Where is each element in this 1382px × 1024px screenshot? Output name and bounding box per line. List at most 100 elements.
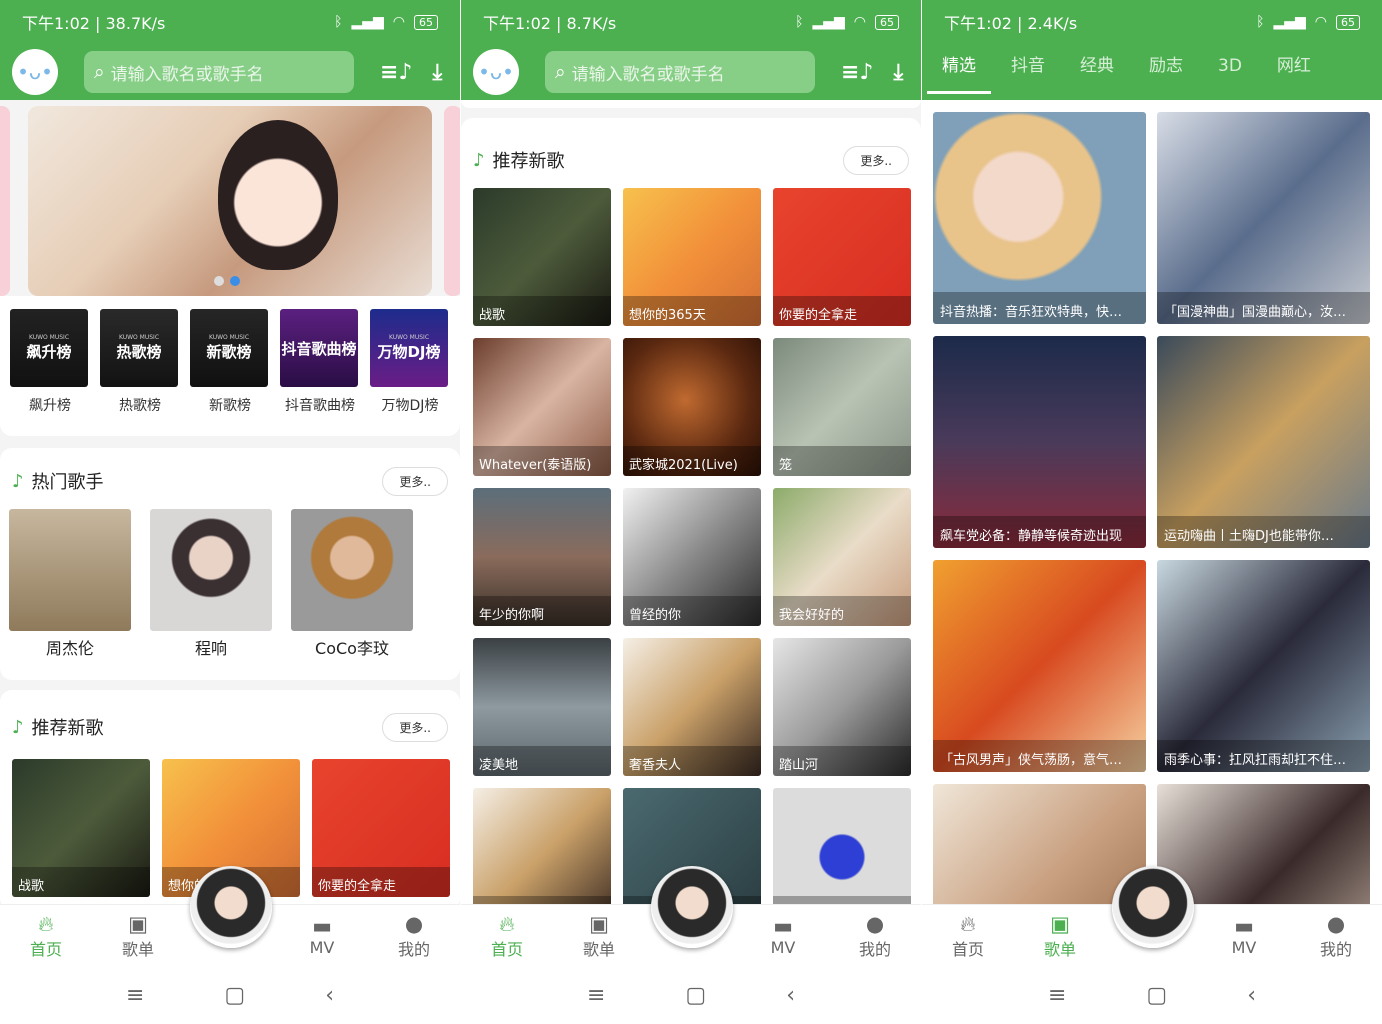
wifi-icon: ◠: [853, 14, 866, 30]
section-title: 推荐新歌: [31, 718, 104, 739]
nav-mv[interactable]: ▬ MV: [1214, 914, 1274, 957]
nav-mv[interactable]: ▬ MV: [753, 914, 813, 957]
app-logo[interactable]: •ᴗ•: [12, 49, 58, 95]
playlist-grid: 抖音热播：音乐狂欢特典，快… 「国漫神曲」国漫曲巅心，汝… 飙车党必备：静静等候…: [933, 112, 1370, 996]
app-logo[interactable]: •ᴗ•: [473, 49, 519, 95]
rank-item[interactable]: KUWO MUSIC 新歌榜 新歌榜: [190, 309, 270, 415]
download-icon[interactable]: ⤓: [893, 60, 903, 85]
clapper-icon: ▬: [1234, 914, 1254, 938]
home-icon[interactable]: ▢: [1146, 983, 1167, 1008]
tab-featured[interactable]: 精选: [927, 44, 991, 100]
system-nav: ≡ ▢ ‹: [461, 966, 921, 1024]
signal-icon: ▂▄▆: [1273, 14, 1306, 30]
music-note-icon: ♪: [12, 470, 24, 492]
nav-mine[interactable]: ● 我的: [384, 912, 444, 960]
singer-photo: [291, 509, 413, 631]
song-card[interactable]: 想你的365天: [623, 188, 761, 326]
status-bar: 下午1:02 | 38.7K/s ᛒ ▂▄▆ ◠ 65: [0, 0, 460, 44]
song-card[interactable]: 年少的你啊: [473, 488, 611, 626]
nav-mv[interactable]: ▬ MV: [292, 914, 352, 957]
nav-playlist[interactable]: ▣ 歌单: [1030, 912, 1090, 960]
user-icon: ●: [1326, 911, 1346, 936]
more-button[interactable]: 更多..: [382, 466, 448, 496]
playlist-icon: ▣: [1050, 911, 1070, 936]
singer-item[interactable]: 周杰伦: [9, 509, 131, 659]
rank-cover: KUWO MUSIC 新歌榜: [190, 309, 268, 387]
tab-classic[interactable]: 经典: [1080, 44, 1114, 100]
search-input[interactable]: ⌕ 请输入歌名或歌手名: [84, 51, 354, 93]
song-card[interactable]: 战歌: [473, 188, 611, 326]
rank-item[interactable]: 抖音歌曲榜 抖音歌曲榜: [280, 309, 360, 415]
hot-singers-section: ♪ 热门歌手 更多.. 周杰伦 程响 CoCo李玟: [0, 448, 460, 680]
battery-icon: 65: [875, 14, 899, 30]
song-card[interactable]: 我会好好的: [773, 488, 911, 626]
system-nav: ≡ ▢ ‹: [922, 966, 1382, 1024]
section-title: 推荐新歌: [492, 151, 565, 172]
more-button[interactable]: 更多..: [382, 712, 448, 742]
playlist-icon[interactable]: ≡♪: [380, 60, 412, 85]
song-card[interactable]: 战歌: [12, 759, 150, 897]
download-icon[interactable]: ⤓: [432, 60, 442, 85]
nav-mine[interactable]: ● 我的: [1306, 912, 1366, 960]
singer-item[interactable]: CoCo李玟: [291, 509, 413, 659]
bluetooth-icon: ᛒ: [1256, 14, 1265, 30]
rank-item[interactable]: KUWO MUSIC 飙升榜 飙升榜: [10, 309, 90, 415]
more-button[interactable]: 更多..: [843, 145, 909, 175]
menu-icon[interactable]: ≡: [587, 983, 605, 1008]
playlist-card[interactable]: 抖音热播：音乐狂欢特典，快…: [933, 112, 1146, 324]
search-icon: ⌕: [555, 61, 566, 83]
song-card[interactable]: Whatever(泰语版): [473, 338, 611, 476]
song-card[interactable]: 凌美地: [473, 638, 611, 776]
ranking-section: KUWO MUSIC 飙升榜 飙升榜 KUWO MUSIC 热歌榜 热歌榜 KUWO…: [0, 296, 460, 436]
playlist-card[interactable]: 「国漫神曲」国漫曲巅心，汝…: [1157, 112, 1370, 324]
playlist-card[interactable]: 飙车党必备：静静等候奇迹出现: [933, 336, 1146, 548]
song-card[interactable]: 你要的全拿走: [773, 188, 911, 326]
song-card[interactable]: 奢香夫人: [623, 638, 761, 776]
song-card[interactable]: 你要的全拿走: [312, 759, 450, 897]
tab-inspire[interactable]: 励志: [1149, 44, 1183, 100]
back-icon[interactable]: ‹: [786, 983, 795, 1008]
search-input[interactable]: ⌕ 请输入歌名或歌手名: [545, 51, 815, 93]
song-card[interactable]: 踏山河: [773, 638, 911, 776]
rank-item[interactable]: KUWO MUSIC 热歌榜 热歌榜: [100, 309, 180, 415]
status-bar: 下午1:02 | 8.7K/s ᛒ ▂▄▆ ◠ 65: [461, 0, 921, 44]
home-icon[interactable]: ▢: [685, 983, 706, 1008]
song-card[interactable]: 武家城2021(Live): [623, 338, 761, 476]
menu-icon[interactable]: ≡: [1048, 983, 1066, 1008]
playlist-card[interactable]: 「古风男声」侠气荡肠，意气…: [933, 560, 1146, 772]
signal-icon: ▂▄▆: [812, 14, 845, 30]
playlist-card[interactable]: 雨季心事：扛风扛雨却扛不住…: [1157, 560, 1370, 772]
tab-douyin[interactable]: 抖音: [1011, 44, 1045, 100]
tab-trending[interactable]: 网红: [1277, 44, 1311, 100]
user-icon: ●: [865, 911, 885, 936]
banner-carousel[interactable]: [28, 106, 432, 296]
singer-item[interactable]: 程响: [150, 509, 272, 659]
now-playing-disc[interactable]: [190, 866, 272, 948]
nav-home[interactable]: 🔥︎ 首页: [16, 912, 76, 960]
nav-mine[interactable]: ● 我的: [845, 912, 905, 960]
nav-playlist[interactable]: ▣ 歌单: [108, 912, 168, 960]
nav-home[interactable]: 🔥︎ 首页: [938, 912, 998, 960]
song-card[interactable]: 曾经的你: [623, 488, 761, 626]
menu-icon[interactable]: ≡: [126, 983, 144, 1008]
nav-home[interactable]: 🔥︎ 首页: [477, 912, 537, 960]
home-icon[interactable]: ▢: [224, 983, 245, 1008]
playlist-icon[interactable]: ≡♪: [841, 60, 873, 85]
flame-icon: 🔥︎: [960, 911, 976, 936]
tab-3d[interactable]: 3D: [1218, 44, 1242, 100]
rank-cover: KUWO MUSIC 热歌榜: [100, 309, 178, 387]
rank-item[interactable]: KUWO MUSIC 万物DJ榜 万物DJ榜: [370, 309, 450, 415]
singer-photo: [150, 509, 272, 631]
back-icon[interactable]: ‹: [1247, 983, 1256, 1008]
status-time: 下午1:02 | 38.7K/s: [22, 14, 166, 33]
now-playing-disc[interactable]: [1112, 866, 1194, 948]
home-screen-1: 下午1:02 | 38.7K/s ᛒ ▂▄▆ ◠ 65 •ᴗ• ⌕ 请输入歌名或…: [0, 0, 460, 1024]
playlist-card[interactable]: 运动嗨曲丨土嗨DJ也能带你…: [1157, 336, 1370, 548]
status-bar: 下午1:02 | 2.4K/s ᛒ ▂▄▆ ◠ 65: [922, 0, 1382, 44]
wifi-icon: ◠: [1314, 14, 1327, 30]
now-playing-disc[interactable]: [651, 866, 733, 948]
song-card[interactable]: 笼: [773, 338, 911, 476]
playlist-screen: 下午1:02 | 2.4K/s ᛒ ▂▄▆ ◠ 65 精选 抖音 经典 励志 3…: [922, 0, 1382, 1024]
nav-playlist[interactable]: ▣ 歌单: [569, 912, 629, 960]
back-icon[interactable]: ‹: [325, 983, 334, 1008]
